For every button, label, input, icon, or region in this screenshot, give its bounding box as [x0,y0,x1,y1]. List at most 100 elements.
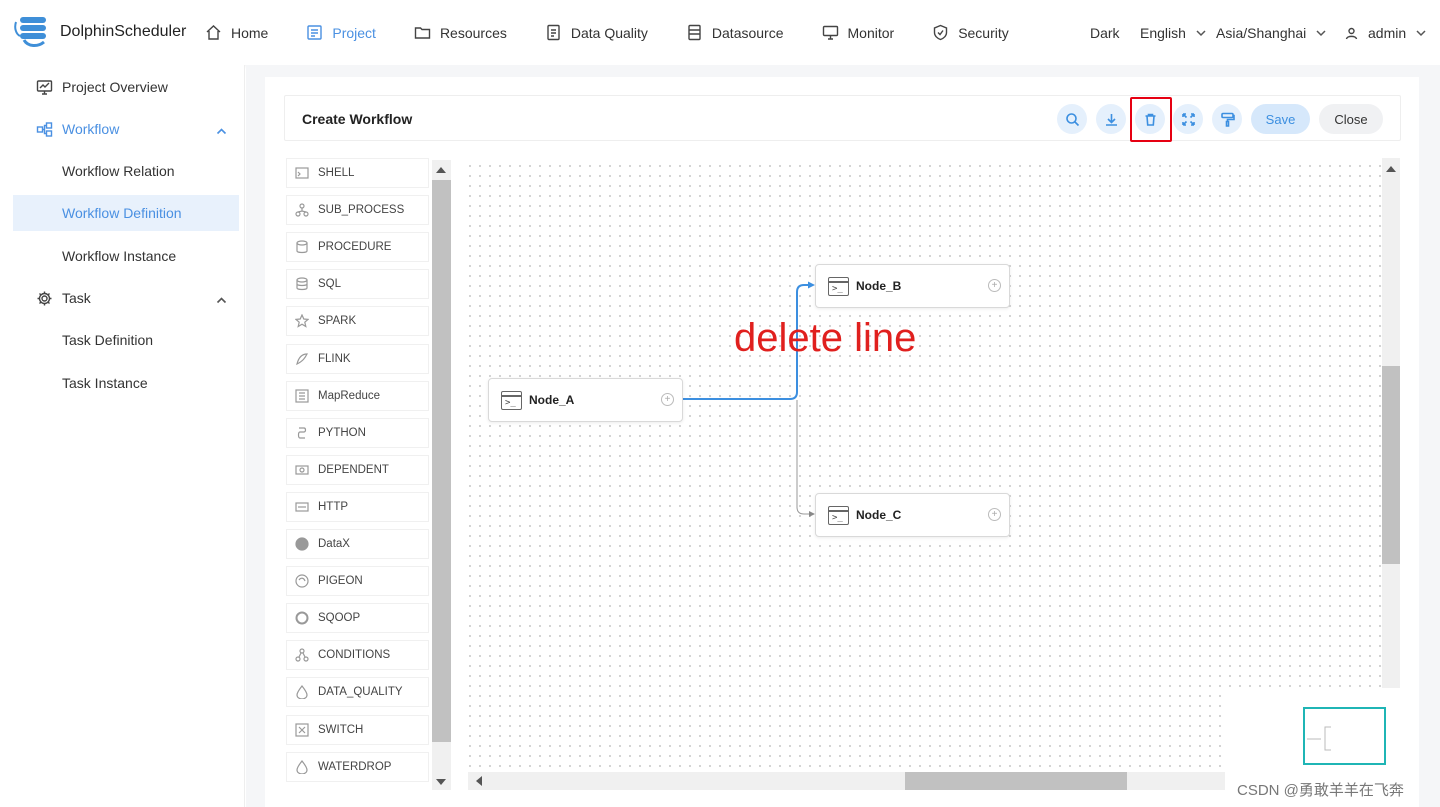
palette-item-procedure[interactable]: PROCEDURE [286,232,429,263]
dag-node[interactable]: >_ Node_A + [488,378,683,422]
palette-item-switch[interactable]: SWITCH [286,714,429,745]
switch-icon [295,722,309,737]
sidebar-item-workflow[interactable]: Workflow [13,111,239,147]
palette-item-shell[interactable]: SHELL [286,158,429,188]
top-header: DolphinScheduler Home Project Resources … [0,0,1440,65]
palette-item-python[interactable]: PYTHON [286,417,429,448]
sidebar-item-task-definition[interactable]: Task Definition [13,322,239,358]
scroll-left-icon[interactable] [476,776,482,786]
add-circle-icon[interactable]: + [988,279,1001,292]
download-button[interactable] [1096,104,1126,134]
palette-scrollbar-thumb[interactable] [432,180,451,742]
chevron-up-icon[interactable] [216,124,227,135]
sidebar-item-workflow-relation[interactable]: Workflow Relation [13,153,239,189]
flink-icon [295,352,309,366]
nav-datasource[interactable]: Datasource [686,24,784,41]
page-title: Create Workflow [302,111,413,127]
palette-item-label: WATERDROP [318,760,392,773]
search-button[interactable] [1057,104,1087,134]
user-menu[interactable]: admin [1345,25,1426,41]
palette-item-data-quality[interactable]: DATA_QUALITY [286,677,429,708]
nav-data-quality[interactable]: Data Quality [545,24,648,41]
gear-icon [36,290,53,307]
chevron-down-icon [1316,30,1326,37]
data-quality-icon [547,24,560,41]
sidebar-item-task[interactable]: Task [13,280,239,316]
language-label: English [1140,25,1186,41]
palette-item-datax[interactable]: DataX [286,529,429,559]
nav-security[interactable]: Security [932,24,1009,41]
nav-data-quality-label: Data Quality [570,24,648,41]
chevron-up-icon[interactable] [216,293,227,304]
scroll-up-icon[interactable] [436,167,446,173]
palette-item-waterdrop[interactable]: WATERDROP [286,751,429,782]
sidebar-item-workflow-instance[interactable]: Workflow Instance [13,238,239,274]
sidebar-item-label: Task [62,290,91,306]
add-circle-icon[interactable]: + [661,393,674,406]
palette-item-sqoop[interactable]: SQOOP [286,603,429,634]
language-select[interactable]: English [1140,25,1206,41]
sidebar-item-label: Project Overview [62,79,168,95]
app-name: DolphinScheduler [60,23,187,40]
waterdrop-icon [295,759,309,775]
shell-icon [295,166,309,180]
http-icon [295,500,309,514]
sql-icon [295,277,309,291]
minimap-viewport[interactable] [1303,707,1386,765]
main-nav: Home Project Resources Data Quality Data… [205,0,1009,65]
palette-item-sql[interactable]: SQL [286,269,429,300]
monitor-icon [822,25,838,40]
sidebar-item-label: Workflow [62,121,120,137]
procedure-icon [295,240,309,254]
annotation-text: delete line [734,316,917,360]
spark-icon [294,313,310,329]
palette-item-label: FLINK [318,352,351,365]
canvas-vscroll-thumb[interactable] [1382,366,1400,564]
dag-node[interactable]: >_ Node_C + [815,493,1010,537]
fullscreen-button[interactable] [1173,104,1203,134]
scroll-down-icon[interactable] [436,779,446,785]
shield-icon [933,24,948,41]
palette-item-label: PYTHON [318,426,366,439]
palette-item-label: SUB_PROCESS [318,204,405,217]
theme-toggle[interactable]: Dark [1090,25,1120,41]
palette-item-pigeon[interactable]: PIGEON [286,566,429,597]
palette-item-label: PROCEDURE [318,241,392,254]
scroll-up-icon[interactable] [1386,166,1396,172]
palette-item-label: HTTP [318,500,349,513]
palette-item-http[interactable]: HTTP [286,491,429,522]
palette-item-mapreduce[interactable]: MapReduce [286,380,429,411]
palette-item-label: CONDITIONS [318,649,391,662]
sidebar-item-workflow-definition[interactable]: Workflow Definition [13,195,239,231]
palette-item-conditions[interactable]: CONDITIONS [286,640,429,671]
palette-item-flink[interactable]: FLINK [286,343,429,374]
close-button[interactable]: Close [1319,104,1383,134]
nav-monitor[interactable]: Monitor [822,24,894,41]
dag-node[interactable]: >_ Node_B + [815,264,1010,308]
dolphin-logo-icon [14,14,54,50]
nav-home[interactable]: Home [205,24,268,41]
node-label: Node_C [856,508,902,522]
app-logo[interactable]: DolphinScheduler [14,14,186,50]
delete-button[interactable] [1135,104,1165,134]
nav-resources-label: Resources [439,24,507,41]
overview-icon [36,79,53,96]
nav-project[interactable]: Project [306,24,376,41]
sidebar-item-task-instance[interactable]: Task Instance [13,365,239,401]
sidebar-item-label: Task Instance [62,375,148,391]
user-label: admin [1368,25,1407,41]
sidebar-item-label: Workflow Definition [62,205,182,221]
sidebar-item-project-overview[interactable]: Project Overview [13,69,239,105]
format-button[interactable] [1212,104,1242,134]
timezone-select[interactable]: Asia/Shanghai [1216,25,1326,41]
nav-resources[interactable]: Resources [414,24,507,41]
save-button[interactable]: Save [1251,104,1310,134]
palette-item-dependent[interactable]: DEPENDENT [286,454,429,485]
add-circle-icon[interactable]: + [988,508,1001,521]
folder-icon [414,27,431,39]
canvas-hscroll-thumb[interactable] [905,772,1127,790]
palette-item-label: DEPENDENT [318,463,389,476]
palette-item-label: SPARK [318,315,357,328]
palette-item-spark[interactable]: SPARK [286,306,429,337]
palette-item-sub-process[interactable]: SUB_PROCESS [286,195,429,226]
